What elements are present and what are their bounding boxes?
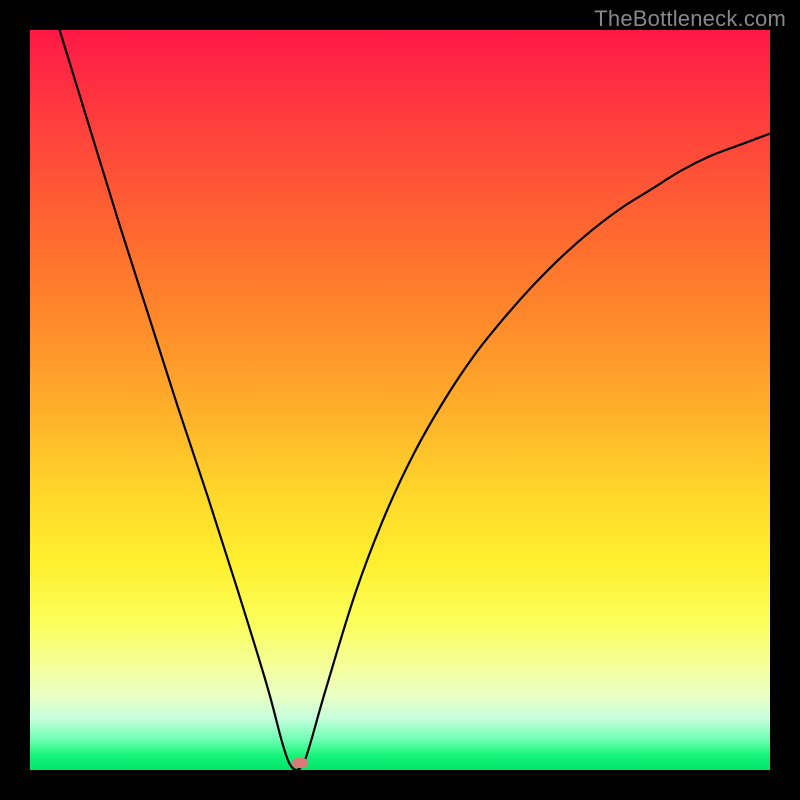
bottleneck-curve xyxy=(60,30,770,770)
chart-frame: TheBottleneck.com xyxy=(0,0,800,800)
plot-area xyxy=(30,30,770,770)
curve-svg xyxy=(30,30,770,770)
minimum-marker xyxy=(292,758,308,768)
watermark-text: TheBottleneck.com xyxy=(594,6,786,32)
